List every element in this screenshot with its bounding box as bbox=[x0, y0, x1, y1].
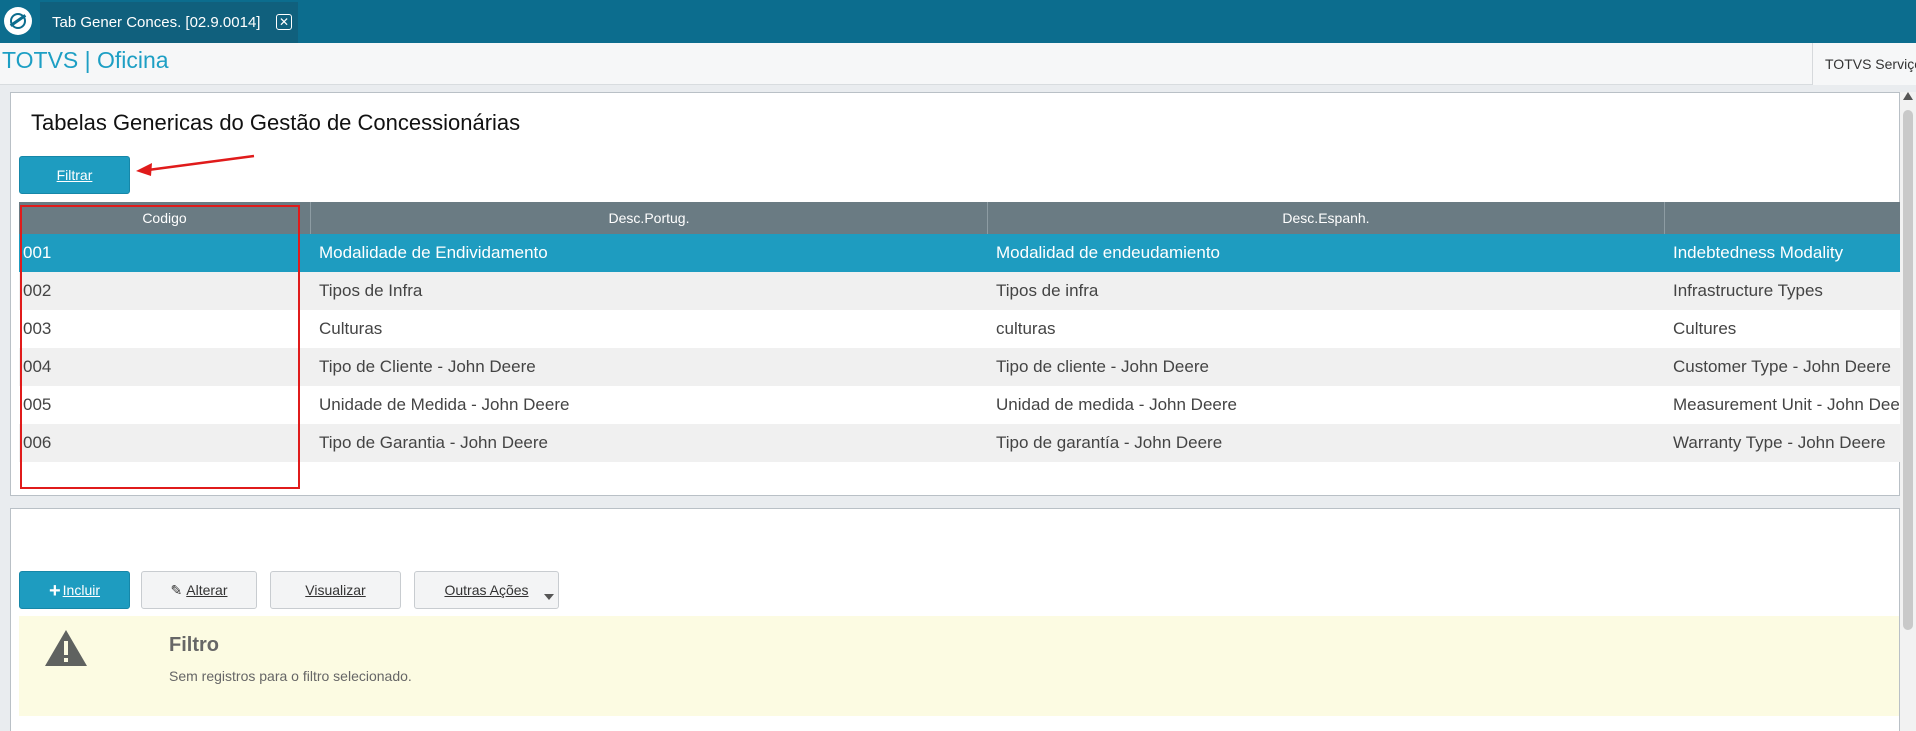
table-row[interactable]: 004 Tipo de Cliente - John Deere Tipo de… bbox=[19, 348, 1901, 386]
cell-desc-espanh: Tipo de cliente - John Deere bbox=[996, 357, 1209, 376]
totvs-logo-icon[interactable] bbox=[4, 7, 32, 35]
table-row[interactable]: 005 Unidade de Medida - John Deere Unida… bbox=[19, 386, 1901, 424]
table-row[interactable]: 003 Culturas culturas Cultures bbox=[19, 310, 1901, 348]
column-header-desc-espanh[interactable]: Desc.Espanh. bbox=[988, 202, 1665, 234]
view-button[interactable]: Visualizar bbox=[270, 571, 401, 609]
table-row[interactable]: 006 Tipo de Garantia - John Deere Tipo d… bbox=[19, 424, 1901, 462]
view-button-label: Visualizar bbox=[305, 582, 366, 598]
filter-notice: Filtro Sem registros para o filtro selec… bbox=[19, 616, 1899, 716]
cell-desc-portug: Unidade de Medida - John Deere bbox=[319, 395, 570, 414]
cell-desc-ingles: Indebtedness Modality bbox=[1673, 243, 1844, 262]
scrollbar[interactable] bbox=[1900, 92, 1916, 731]
cell-desc-portug: Culturas bbox=[319, 319, 383, 338]
grid-header: Codigo Desc.Portug. Desc.Espanh. bbox=[19, 202, 1901, 234]
cell-desc-portug: Modalidade de Endividamento bbox=[319, 243, 548, 262]
cell-desc-ingles: Infrastructure Types bbox=[1673, 281, 1823, 300]
chevron-down-icon bbox=[544, 594, 554, 600]
cell-desc-portug: Tipo de Garantia - John Deere bbox=[319, 433, 548, 452]
page-title: Tabelas Genericas do Gestão de Concessio… bbox=[31, 110, 521, 135]
cell-desc-ingles: Customer Type - John Deere bbox=[1673, 357, 1891, 376]
detail-panel: + Incluir ✎ Alterar Visualizar Outras Açõe… bbox=[10, 508, 1900, 731]
table-row[interactable]: 001 Modalidade de Endividamento Modalida… bbox=[19, 234, 1901, 272]
cell-desc-espanh: Tipo de garantía - John Deere bbox=[996, 433, 1223, 452]
notice-title: Filtro bbox=[169, 634, 219, 656]
cell-desc-ingles: Measurement Unit - John Deere bbox=[1673, 395, 1901, 414]
add-button-label: Incluir bbox=[62, 582, 101, 598]
edit-button-label: Alterar bbox=[186, 582, 228, 598]
add-button[interactable]: + Incluir bbox=[19, 571, 130, 609]
notice-message: Sem registros para o filtro selecionado. bbox=[169, 668, 412, 684]
tab-label: Tab Gener Conces. [02.9.0014] bbox=[52, 14, 261, 31]
tab-tab-gener-conces[interactable]: Tab Gener Conces. [02.9.0014] ✕ bbox=[40, 2, 298, 43]
table-row[interactable]: 002 Tipos de Infra Tipos de infra Infras… bbox=[19, 272, 1901, 310]
cell-desc-ingles: Cultures bbox=[1673, 319, 1737, 338]
app-header: TOTVS | Oficina TOTVS Serviços bbox=[0, 43, 1916, 85]
cell-desc-espanh: Modalidad de endeudamiento bbox=[996, 243, 1221, 262]
data-grid: Codigo Desc.Portug. Desc.Espanh. 001 Mod… bbox=[19, 202, 1901, 492]
cell-desc-espanh: Unidad de medida - John Deere bbox=[996, 395, 1237, 414]
pencil-icon: ✎ bbox=[170, 582, 183, 598]
filter-button[interactable]: Filtrar bbox=[19, 156, 130, 194]
column-header-desc-portug[interactable]: Desc.Portug. bbox=[311, 202, 988, 234]
warning-icon bbox=[45, 630, 87, 666]
scroll-thumb[interactable] bbox=[1903, 110, 1913, 630]
column-header-desc-ingles[interactable] bbox=[1665, 202, 1901, 234]
annotation-arrow bbox=[136, 154, 255, 176]
top-tab-bar: Tab Gener Conces. [02.9.0014] ✕ bbox=[0, 0, 1916, 43]
plus-icon: + bbox=[48, 580, 61, 602]
cell-desc-espanh: Tipos de infra bbox=[996, 281, 1099, 300]
close-icon[interactable]: ✕ bbox=[276, 14, 292, 30]
app-title: TOTVS | Oficina bbox=[2, 47, 169, 73]
services-label: TOTVS Serviços bbox=[1825, 56, 1916, 72]
cell-desc-portug: Tipos de Infra bbox=[319, 281, 423, 300]
services-menu[interactable]: TOTVS Serviços bbox=[1812, 43, 1916, 85]
scroll-up-icon[interactable] bbox=[1903, 92, 1913, 100]
cell-desc-portug: Tipo de Cliente - John Deere bbox=[319, 357, 536, 376]
more-actions-button[interactable]: Outras Ações bbox=[414, 571, 559, 609]
cell-desc-espanh: culturas bbox=[996, 319, 1056, 338]
cell-desc-ingles: Warranty Type - John Deere bbox=[1673, 433, 1886, 452]
more-actions-label: Outras Ações bbox=[444, 582, 529, 598]
edit-button[interactable]: ✎ Alterar bbox=[141, 571, 257, 609]
annotation-highlight-box bbox=[20, 205, 300, 489]
